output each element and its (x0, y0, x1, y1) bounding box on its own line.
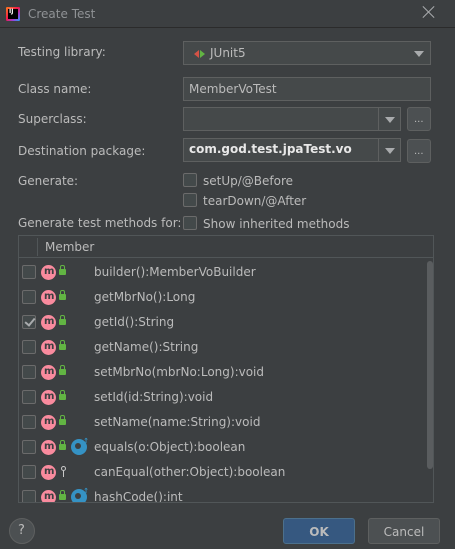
generate-label: Generate: (18, 174, 79, 188)
method-name: hashCode():int (94, 490, 183, 503)
method-icon: m (41, 365, 56, 380)
method-name: equals(o:Object):boolean (94, 440, 246, 454)
table-row[interactable]: m getId():String (19, 310, 424, 335)
table-row[interactable]: m getName():String (19, 335, 424, 360)
public-lock-icon (59, 315, 66, 325)
public-lock-icon (59, 490, 66, 500)
testing-library-select[interactable]: JUnit5 (183, 41, 431, 65)
superclass-browse-button[interactable]: ... (407, 107, 431, 131)
class-name-value: MemberVoTest (189, 82, 277, 96)
testing-library-value: JUnit5 (210, 46, 246, 60)
method-icon: m (41, 440, 56, 455)
method-icon: m (41, 465, 56, 480)
table-row[interactable]: m canEqual(other:Object):boolean (19, 460, 424, 485)
table-header: Member (19, 236, 433, 258)
setup-checkbox[interactable] (183, 173, 197, 187)
destination-package-value: com.god.test.jpaTest.vo (189, 142, 352, 156)
method-name: getId():String (94, 315, 175, 329)
superclass-label: Superclass: (18, 112, 87, 126)
method-name: getName():String (94, 340, 199, 354)
method-icon: m (41, 265, 56, 280)
row-checkbox[interactable] (22, 340, 36, 354)
window-title: Create Test (28, 7, 96, 21)
header-separator (37, 238, 38, 256)
public-lock-icon (59, 440, 66, 450)
method-name: setName(name:String):void (94, 415, 261, 429)
ok-label: OK (309, 525, 329, 539)
public-lock-icon (59, 265, 66, 275)
method-icon: m (41, 340, 56, 355)
method-name: getMbrNo():Long (94, 290, 196, 304)
teardown-label: tearDown/@After (203, 194, 307, 208)
help-icon: ? (18, 523, 25, 538)
table-row[interactable]: m setMbrNo(mbrNo:Long):void (19, 360, 424, 385)
row-checkbox[interactable] (22, 490, 36, 502)
method-icon: m (41, 290, 56, 305)
class-name-field[interactable]: MemberVoTest (183, 77, 431, 101)
method-name: setId(id:String):void (94, 390, 214, 404)
row-checkbox[interactable] (22, 465, 36, 479)
chevron-down-icon (378, 139, 400, 161)
show-inherited-checkbox[interactable] (183, 216, 197, 230)
table-row[interactable]: m getMbrNo():Long (19, 285, 424, 310)
teardown-checkbox[interactable] (183, 193, 197, 207)
method-name: canEqual(other:Object):boolean (94, 465, 286, 479)
testing-library-label: Testing library: (18, 45, 106, 59)
override-icon: ↑ (71, 487, 89, 502)
class-name-label: Class name: (18, 82, 92, 96)
destination-package-browse-button[interactable]: ... (407, 139, 431, 163)
chevron-down-icon (408, 42, 430, 64)
method-icon: m (41, 415, 56, 430)
table-row[interactable]: m setId(id:String):void (19, 385, 424, 410)
public-lock-icon (59, 390, 66, 400)
vertical-scrollbar[interactable] (424, 259, 433, 502)
setup-label: setUp/@Before (203, 174, 294, 188)
members-table[interactable]: Member m builder():MemberVoBuilder m get… (18, 235, 434, 503)
row-checkbox[interactable] (22, 265, 36, 279)
destination-package-label: Destination package: (18, 144, 146, 158)
row-checkbox[interactable] (22, 365, 36, 379)
row-checkbox[interactable] (22, 415, 36, 429)
title-bar: IJ Create Test (0, 0, 455, 28)
public-lock-icon (59, 290, 66, 300)
method-icon: m (41, 315, 56, 330)
show-inherited-label: Show inherited methods (203, 217, 350, 231)
generate-methods-label: Generate test methods for: (18, 216, 182, 230)
cancel-label: Cancel (383, 525, 425, 539)
cancel-button[interactable]: Cancel (368, 518, 440, 544)
table-row[interactable]: m builder():MemberVoBuilder (19, 260, 424, 285)
row-checkbox[interactable] (22, 290, 36, 304)
override-icon: ↑ (71, 437, 89, 455)
destination-package-select[interactable]: com.god.test.jpaTest.vo (183, 138, 401, 162)
table-row[interactable]: m setName(name:String):void (19, 410, 424, 435)
intellij-icon: IJ (6, 7, 20, 21)
public-lock-icon (59, 365, 66, 375)
row-checkbox-checked[interactable] (22, 315, 36, 329)
method-icon: m (41, 490, 56, 502)
method-name: setMbrNo(mbrNo:Long):void (94, 365, 265, 379)
close-icon[interactable] (421, 4, 437, 20)
member-column-header[interactable]: Member (45, 240, 94, 254)
junit-icon (194, 49, 206, 59)
table-row[interactable]: m ↑ equals(o:Object):boolean (19, 435, 424, 460)
chevron-down-icon (378, 108, 400, 130)
public-lock-icon (59, 415, 66, 425)
browse-label: ... (414, 114, 424, 125)
protected-key-icon (61, 466, 66, 477)
superclass-select[interactable] (183, 107, 401, 131)
method-name: builder():MemberVoBuilder (94, 265, 256, 279)
table-row[interactable]: m ↑ hashCode():int (19, 485, 424, 503)
browse-label: ... (414, 146, 424, 157)
row-checkbox[interactable] (22, 440, 36, 454)
scrollbar-thumb[interactable] (427, 261, 433, 469)
public-lock-icon (59, 340, 66, 350)
method-icon: m (41, 390, 56, 405)
help-button[interactable]: ? (9, 518, 35, 544)
ok-button[interactable]: OK (283, 518, 355, 544)
row-checkbox[interactable] (22, 390, 36, 404)
